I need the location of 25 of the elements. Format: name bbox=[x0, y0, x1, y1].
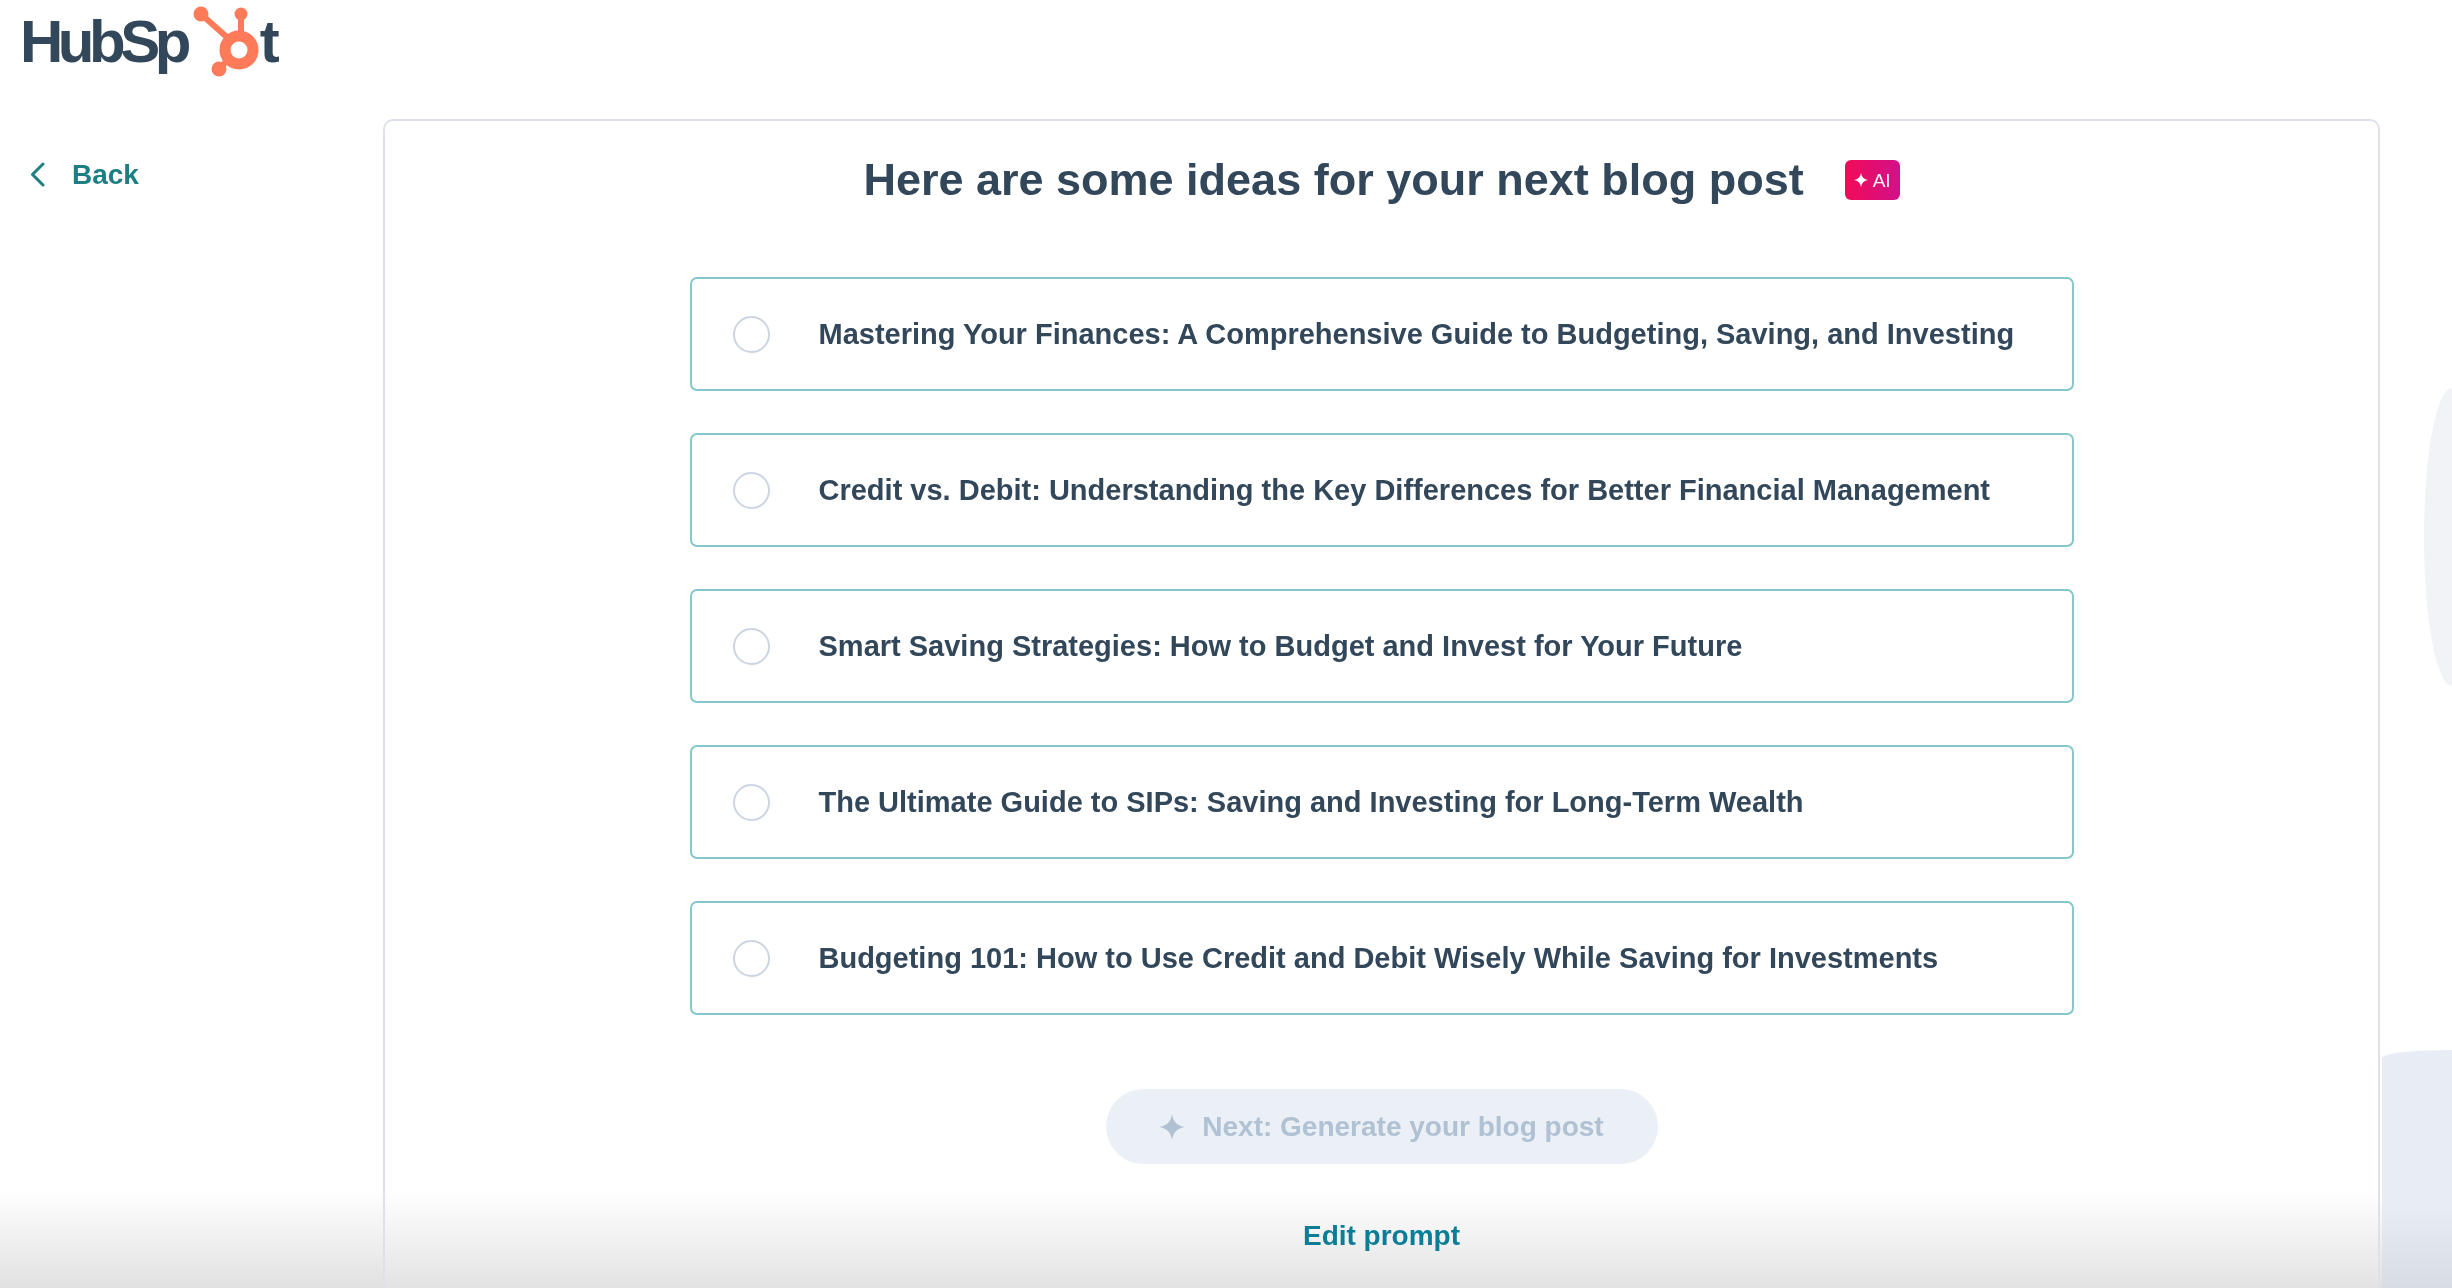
idea-title: Smart Saving Strategies: How to Budget and Invest for Your Future bbox=[818, 628, 1743, 664]
edit-prompt-link[interactable]: Edit prompt bbox=[1302, 1219, 1461, 1253]
chevron-left-icon bbox=[30, 162, 45, 188]
idea-option[interactable]: Mastering Your Finances: A Comprehensive Guide to Budgeting, Saving, and Investing bbox=[689, 277, 2074, 391]
radio-button[interactable] bbox=[732, 627, 770, 665]
idea-option[interactable]: The Ultimate Guide to SIPs: Saving and Investing for Long-Term Wealth bbox=[689, 745, 2074, 859]
logo-text: HubSp bbox=[20, 12, 188, 72]
idea-title: Mastering Your Finances: A Comprehensive Guide to Budgeting, Saving, and Investing bbox=[818, 316, 2015, 352]
idea-title: Budgeting 101: How to Use Credit and Debit Wisely While Saving for Investments bbox=[818, 940, 1939, 976]
logo-text: t bbox=[259, 12, 280, 72]
idea-option[interactable]: Credit vs. Debit: Understanding the Key Differences for Better Financial Management bbox=[689, 433, 2074, 547]
idea-title: The Ultimate Guide to SIPs: Saving and Investing for Long-Term Wealth bbox=[818, 784, 1804, 820]
radio-button[interactable] bbox=[732, 471, 770, 509]
idea-option[interactable]: Smart Saving Strategies: How to Budget and Invest for Your Future bbox=[689, 589, 2074, 703]
ai-label: AI bbox=[1872, 170, 1891, 190]
sparkle-icon bbox=[1853, 173, 1868, 187]
radio-button[interactable] bbox=[732, 939, 770, 977]
sparkle-icon bbox=[1159, 1113, 1186, 1140]
idea-title: Credit vs. Debit: Understanding the Key Differences for Better Financial Management bbox=[818, 472, 1990, 508]
back-link[interactable]: Back bbox=[30, 158, 139, 192]
page-title: Here are some ideas for your next blog post bbox=[863, 153, 1804, 207]
radio-button[interactable] bbox=[732, 783, 770, 821]
radio-button[interactable] bbox=[732, 315, 770, 353]
sprocket-icon bbox=[192, 5, 259, 77]
idea-option[interactable]: Budgeting 101: How to Use Credit and Debit Wisely While Saving for Investments bbox=[689, 901, 2074, 1015]
